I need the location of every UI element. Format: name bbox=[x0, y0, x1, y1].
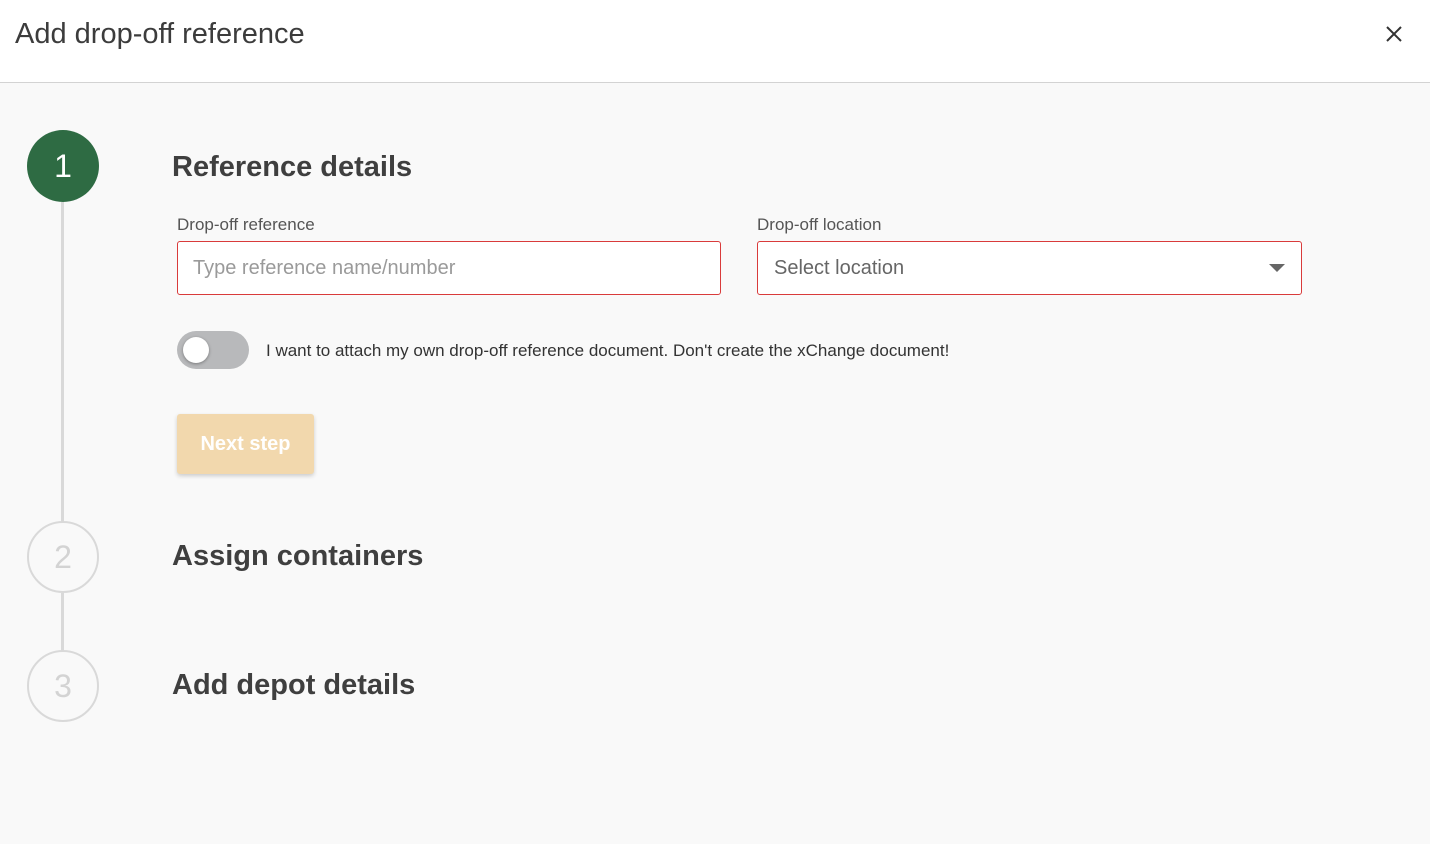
step-1-title: Reference details bbox=[172, 151, 413, 183]
step-3-indicator: 3 bbox=[27, 650, 99, 722]
attach-document-label: I want to attach my own drop-off referen… bbox=[266, 341, 950, 360]
reference-label: Drop-off reference bbox=[177, 215, 315, 234]
dialog-body: 1 Reference details Drop-off reference D… bbox=[0, 84, 1430, 844]
step-2-indicator: 2 bbox=[27, 521, 99, 593]
step-3-title: Add depot details bbox=[172, 669, 416, 701]
next-step-button[interactable]: Next step bbox=[177, 414, 314, 474]
step-connector bbox=[61, 593, 64, 651]
toggle-knob bbox=[183, 337, 209, 363]
dialog-title: Add drop-off reference bbox=[15, 18, 305, 50]
dialog-header: Add drop-off reference bbox=[0, 0, 1430, 83]
attach-document-toggle[interactable] bbox=[177, 331, 249, 369]
chevron-down-icon bbox=[1269, 264, 1285, 272]
step-1-indicator: 1 bbox=[27, 130, 99, 202]
step-number: 2 bbox=[54, 538, 72, 575]
location-select-value: Select location bbox=[774, 257, 905, 279]
reference-input[interactable] bbox=[177, 241, 721, 295]
step-connector bbox=[61, 202, 64, 522]
step-number: 3 bbox=[54, 667, 72, 704]
location-label: Drop-off location bbox=[757, 215, 882, 234]
close-button[interactable] bbox=[1380, 20, 1408, 48]
close-icon bbox=[1386, 26, 1402, 42]
step-2-title: Assign containers bbox=[172, 540, 424, 572]
step-number: 1 bbox=[54, 147, 72, 184]
location-select[interactable]: Select location bbox=[757, 241, 1302, 295]
